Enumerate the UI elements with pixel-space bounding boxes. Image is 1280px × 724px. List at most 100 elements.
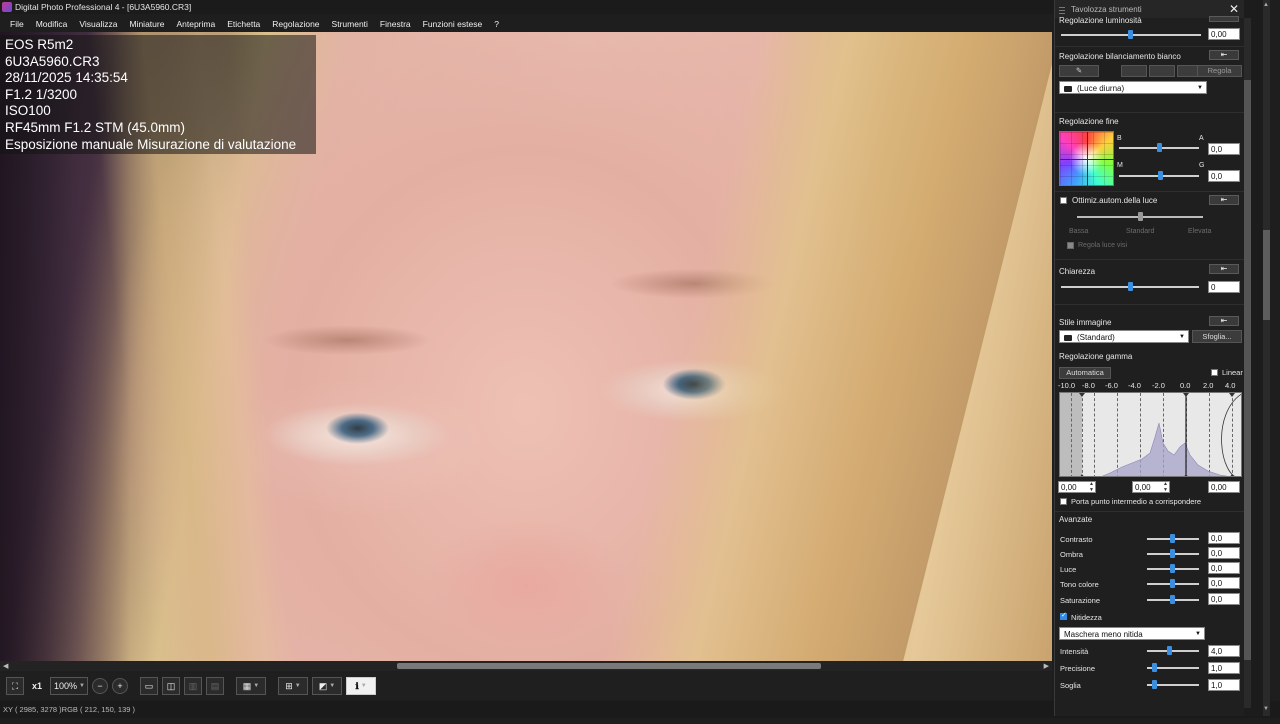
horizontal-scroll-thumb[interactable]	[397, 663, 821, 669]
gamma-mid-spin[interactable]: 0,00 ▲ ▼	[1132, 481, 1170, 493]
threshold-value[interactable]: 1,0	[1208, 679, 1240, 691]
menu-miniature[interactable]: Miniature	[123, 19, 170, 29]
palette-scroll-thumb[interactable]	[1244, 80, 1251, 660]
contrast-knob[interactable]	[1170, 534, 1175, 543]
picture-style-reset-button[interactable]: ⇤	[1209, 316, 1239, 326]
zoom-in-button[interactable]: +	[112, 678, 128, 694]
spin-arrows-icon[interactable]: ▲ ▼	[1163, 481, 1168, 493]
browse-button[interactable]: Sfoglia...	[1192, 330, 1242, 343]
compare-view-button[interactable]: ◫	[162, 677, 180, 695]
af-point-button[interactable]: ⊞ ▼	[278, 677, 308, 695]
alo-reset-button[interactable]: ⇤	[1209, 195, 1239, 205]
info-button[interactable]: ℹ ▼	[346, 677, 376, 695]
color-tone-value[interactable]: 0,0	[1208, 577, 1240, 589]
reset-icon: ⇤	[1220, 50, 1228, 59]
gamma-left-spin[interactable]: 0,00 ▲ ▼	[1058, 481, 1096, 493]
color-wheel[interactable]	[1059, 131, 1115, 187]
fine-mg-value[interactable]: 0,0	[1208, 170, 1240, 182]
horizontal-scrollbar[interactable]: ◀ ▶	[0, 661, 1052, 671]
single-view-button[interactable]: ▭	[140, 677, 158, 695]
linear-checkbox[interactable]	[1211, 369, 1218, 376]
wb-eyedropper-button[interactable]: ✎	[1059, 65, 1099, 77]
alo-checkbox[interactable]	[1060, 197, 1067, 204]
scroll-down-icon[interactable]: ▼	[1263, 706, 1269, 712]
scroll-right-icon[interactable]: ▶	[1044, 662, 1049, 670]
gamma-mid-marker[interactable]	[1183, 393, 1189, 397]
fine-ba-value[interactable]: 0,0	[1208, 143, 1240, 155]
photo-viewer[interactable]: EOS R5m2 6U3A5960.CR3 28/11/2025 14:35:5…	[0, 32, 1052, 661]
zoom-out-button[interactable]: −	[92, 678, 108, 694]
sharpness-mode-select[interactable]: Maschera meno nitida ▼	[1059, 627, 1205, 640]
fine-ba-knob[interactable]	[1157, 143, 1162, 152]
menu-visualizza[interactable]: Visualizza	[73, 19, 123, 29]
intensity-slider[interactable]	[1147, 650, 1199, 652]
shadow-value[interactable]: 0,0	[1208, 547, 1240, 559]
precision-knob[interactable]	[1152, 663, 1157, 672]
fine-a-label: A	[1199, 135, 1204, 142]
threshold-knob[interactable]	[1152, 680, 1157, 689]
zoom-1x-button[interactable]: x1	[28, 677, 46, 695]
menu-regolazione[interactable]: Regolazione	[266, 19, 325, 29]
picture-style-select[interactable]: (Standard) ▼	[1059, 330, 1189, 343]
saturation-knob[interactable]	[1170, 595, 1175, 604]
gamma-left-bottom-marker[interactable]	[1079, 474, 1085, 477]
window-scroll-thumb[interactable]	[1263, 230, 1270, 320]
menu-file[interactable]: File	[4, 19, 30, 29]
clarity-slider-knob[interactable]	[1128, 282, 1133, 291]
highlight-knob[interactable]	[1170, 564, 1175, 573]
brightness-value[interactable]: 0,00	[1208, 28, 1240, 40]
gamma-right-value[interactable]: 0,00	[1208, 481, 1240, 493]
gamma-right-bottom-marker[interactable]	[1229, 474, 1235, 477]
menu-etichetta[interactable]: Etichetta	[221, 19, 266, 29]
gamma-auto-button[interactable]: Automatica	[1059, 367, 1111, 379]
intensity-label: Intensità	[1060, 647, 1089, 656]
brightness-slider-knob[interactable]	[1128, 30, 1133, 39]
wb-custom-1-button[interactable]	[1121, 65, 1147, 77]
shadow-knob[interactable]	[1170, 549, 1175, 558]
menu-anteprima[interactable]: Anteprima	[170, 19, 221, 29]
scroll-left-icon[interactable]: ◀	[3, 662, 8, 670]
zoom-select[interactable]: 100% ▼	[50, 677, 88, 695]
split-view-button[interactable]: ▥	[184, 677, 202, 695]
menu-funzioni-estese[interactable]: Funzioni estese	[417, 19, 489, 29]
scroll-up-icon[interactable]: ▲	[1263, 2, 1269, 8]
gamma-right-marker[interactable]	[1229, 393, 1235, 397]
grid-button[interactable]: ▦ ▼	[236, 677, 266, 695]
highlight-warning-button[interactable]: ◩ ▼	[312, 677, 342, 695]
sharpness-checkbox[interactable]	[1060, 611, 1067, 620]
wb-reset-button[interactable]: ⇤	[1209, 50, 1239, 60]
camera-model: EOS R5m2	[5, 37, 74, 52]
clarity-reset-button[interactable]: ⇤	[1209, 264, 1239, 274]
wb-adjust-button[interactable]: Regola	[1197, 65, 1242, 77]
close-icon[interactable]: ✕	[1229, 2, 1239, 16]
menu-strumenti[interactable]: Strumenti	[326, 19, 374, 29]
menu-modifica[interactable]: Modifica	[30, 19, 74, 29]
window-vertical-scrollbar[interactable]	[1263, 0, 1270, 716]
color-tone-knob[interactable]	[1170, 579, 1175, 588]
menu-help[interactable]: ?	[488, 19, 505, 29]
app-icon	[2, 2, 12, 12]
alo-faces-checkbox[interactable]	[1067, 242, 1074, 249]
menu-finestra[interactable]: Finestra	[374, 19, 417, 29]
intensity-knob[interactable]	[1167, 646, 1172, 655]
sharpness-label: Nitidezza	[1071, 613, 1102, 622]
fine-mg-knob[interactable]	[1158, 171, 1163, 180]
wb-preset-select[interactable]: (Luce diurna) ▼	[1059, 81, 1207, 94]
gamma-left-marker[interactable]	[1079, 393, 1085, 397]
midpoint-checkbox[interactable]	[1060, 498, 1067, 505]
clarity-value[interactable]: 0	[1208, 281, 1240, 293]
sync-view-button[interactable]: ▤	[206, 677, 224, 695]
precision-value[interactable]: 1,0	[1208, 662, 1240, 674]
drag-handle-icon[interactable]	[1059, 4, 1065, 14]
brightness-reset-button[interactable]	[1209, 16, 1239, 22]
saturation-value[interactable]: 0,0	[1208, 593, 1240, 605]
highlight-value[interactable]: 0,0	[1208, 562, 1240, 574]
intensity-value[interactable]: 4,0	[1208, 645, 1240, 657]
wb-custom-2-button[interactable]	[1149, 65, 1175, 77]
fit-to-window-button[interactable]: ⛶	[6, 677, 24, 695]
alo-slider-knob[interactable]	[1138, 212, 1143, 221]
brightness-label: Regolazione luminosità	[1059, 16, 1142, 25]
contrast-value[interactable]: 0,0	[1208, 532, 1240, 544]
gamma-curve-editor[interactable]	[1059, 392, 1242, 477]
spin-arrows-icon[interactable]: ▲ ▼	[1089, 481, 1094, 493]
